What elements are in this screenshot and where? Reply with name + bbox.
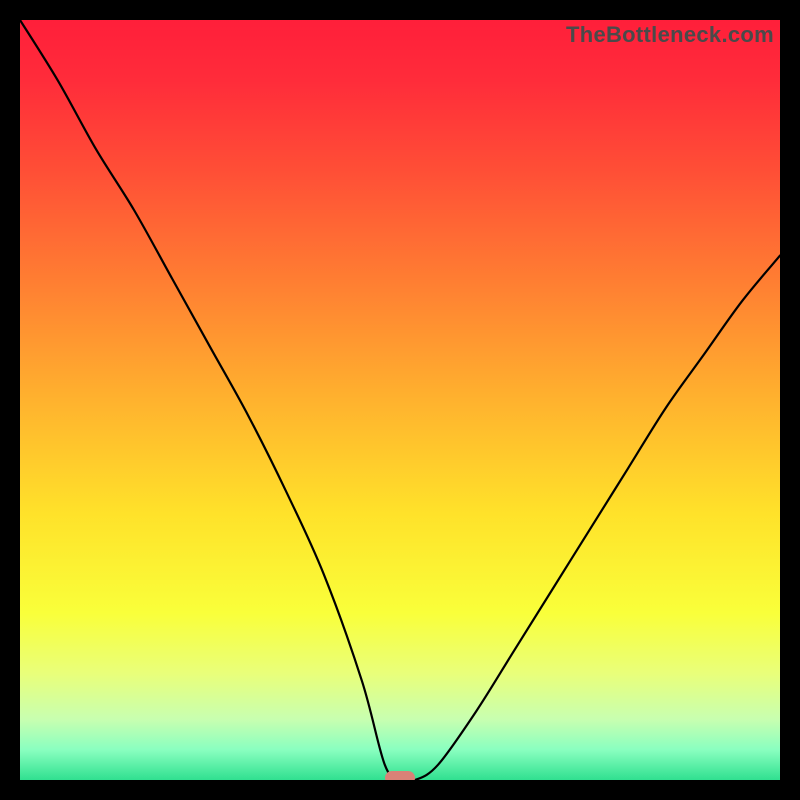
optimal-point-marker	[385, 771, 415, 780]
chart-svg	[20, 20, 780, 780]
chart-frame: TheBottleneck.com	[20, 20, 780, 780]
bottleneck-chart	[20, 20, 780, 780]
gradient-background	[20, 20, 780, 780]
watermark-text: TheBottleneck.com	[566, 22, 774, 48]
